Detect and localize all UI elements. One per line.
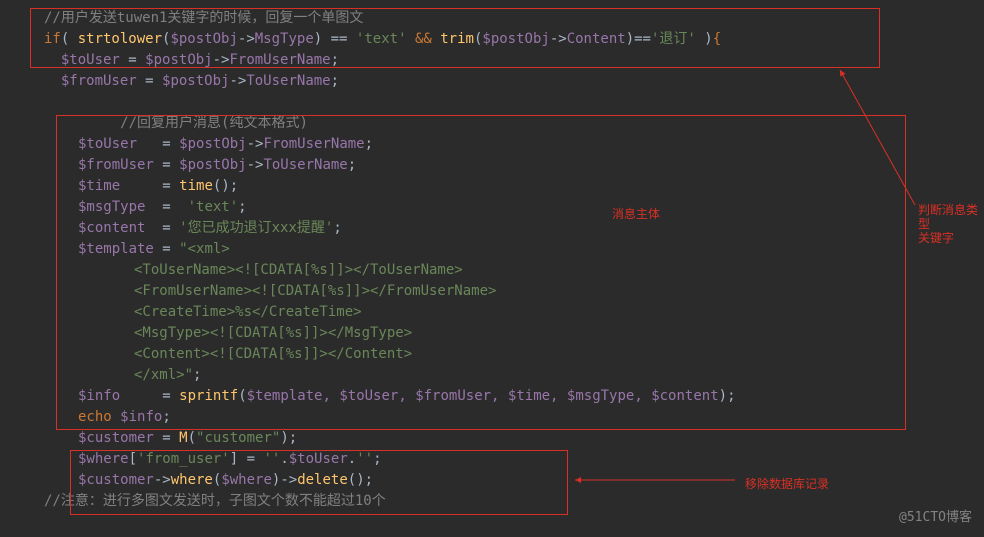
watermark: @51CTO博客 (899, 506, 972, 525)
comment: //用户发送tuwen1关键字的时候，回复一个单图文 (44, 10, 363, 26)
keyword-if: if (44, 31, 61, 47)
annotation-msg-body: 消息主体 (612, 205, 660, 222)
annotation-remove-db: 移除数据库记录 (745, 475, 829, 492)
annotation-msg-type: 判断消息类型 关键字 (918, 203, 984, 245)
code-editor[interactable]: //用户发送tuwen1关键字的时候，回复一个单图文 if( strtolowe… (0, 8, 984, 512)
